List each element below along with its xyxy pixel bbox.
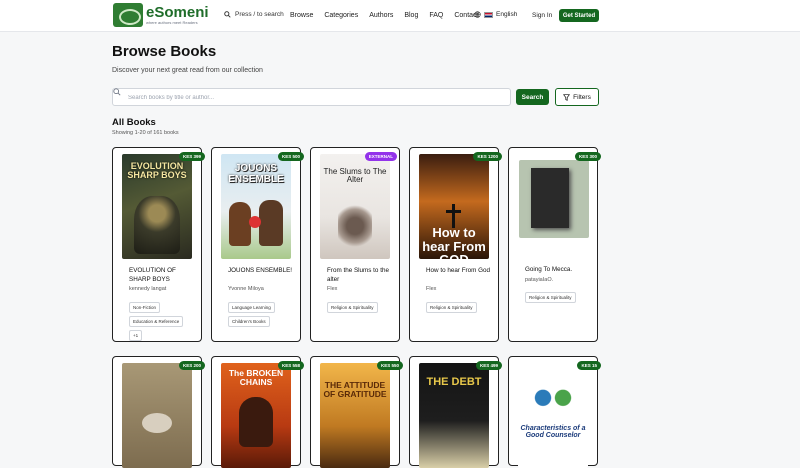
genre-tag: Education & Reference: [129, 316, 184, 327]
book-card[interactable]: KES 300 Going To Mecca. patayiaIaO. Reli…: [508, 147, 601, 342]
book-cover: How to hear From GOD: [419, 154, 489, 259]
quick-search-button[interactable]: Press / to search: [224, 11, 284, 18]
cover-text: How to hear From GOD: [422, 225, 486, 259]
book-cover: [519, 160, 589, 238]
price-badge: KES 399: [178, 152, 205, 161]
book-tags: Language Learning Children's Books: [228, 302, 296, 327]
book-search-box: [112, 88, 511, 106]
external-badge: EXTERNAL: [364, 152, 397, 161]
main-nav: Browse Categories Authors Blog FAQ Conta…: [290, 12, 489, 19]
book-cover: The Slums to The Alter: [320, 154, 390, 259]
search-icon: [113, 88, 121, 96]
book-author: kennedy langat: [129, 286, 167, 292]
book-search-input[interactable]: [128, 92, 498, 103]
globe-icon: [474, 11, 481, 18]
book-tags: Religion & Spirituality: [525, 292, 593, 303]
book-author: Flex: [426, 286, 437, 292]
nav-browse[interactable]: Browse: [290, 12, 313, 19]
cover-text: JOUONS ENSEMBLE: [228, 163, 284, 185]
book-cover: THE ATTITUDE OF GRATITUDE: [320, 363, 390, 468]
section-title: All Books: [112, 117, 156, 128]
book-cover: THE DEBT: [419, 363, 489, 468]
nav-categories[interactable]: Categories: [324, 12, 358, 19]
price-badge: KES 200: [178, 361, 205, 370]
price-badge: KES 300: [574, 152, 601, 161]
nav-blog[interactable]: Blog: [404, 12, 418, 19]
logo-tagline: where authors meet Readers: [146, 20, 198, 25]
book-title[interactable]: JOUONS ENSEMBLE!: [228, 266, 294, 275]
price-badge: KES 15: [577, 361, 601, 370]
genre-tag: Language Learning: [228, 302, 275, 313]
genre-tag: Religion & Spirituality: [426, 302, 477, 313]
price-badge: KES 550: [376, 361, 403, 370]
price-badge: KES 558: [277, 361, 304, 370]
logo-name: eSomeni: [146, 4, 209, 21]
genre-tag: Religion & Spirituality: [327, 302, 378, 313]
book-cover: JOUONS ENSEMBLE: [221, 154, 291, 259]
filter-icon: [563, 93, 571, 101]
language-label: English: [496, 11, 518, 18]
book-title[interactable]: How to hear From God: [426, 266, 492, 275]
price-badge: KES 499: [475, 361, 502, 370]
logo-icon: [113, 3, 143, 27]
nav-authors[interactable]: Authors: [369, 12, 393, 19]
top-navbar: eSomeni where authors meet Readers Press…: [0, 0, 800, 32]
cover-text: The Slums to The Alter: [323, 167, 387, 185]
book-card[interactable]: How to hear From GOD KES 1200 How to hea…: [409, 147, 502, 342]
cover-text: Characteristics of a Good Counselor: [520, 425, 586, 440]
book-tags: Religion & Spirituality: [327, 302, 395, 313]
book-title[interactable]: EVOLUTION OF SHARP BOYS: [129, 266, 195, 285]
search-button[interactable]: Search: [516, 89, 549, 105]
book-cover: EVOLUTION SHARP BOYS: [122, 154, 192, 259]
book-author: Yvonne Miloya: [228, 286, 264, 292]
signin-link[interactable]: Sign In: [532, 12, 552, 19]
results-count: Showing 1-20 of 161 books: [112, 130, 179, 136]
genre-tag: Religion & Spirituality: [525, 292, 576, 303]
book-title[interactable]: Going To Mecca.: [525, 265, 591, 274]
book-card[interactable]: EVOLUTION SHARP BOYS KES 399 EVOLUTION O…: [112, 147, 205, 342]
cover-text: The BROKEN CHAINS: [228, 368, 284, 387]
nav-faq[interactable]: FAQ: [429, 12, 443, 19]
filters-label: Filters: [573, 93, 591, 101]
book-cover: Characteristics of a Good Counselor: [518, 363, 588, 468]
cover-text: EVOLUTION SHARP BOYS: [127, 161, 187, 181]
book-cover: The BROKEN CHAINS: [221, 363, 291, 468]
book-tags: Religion & Spirituality: [426, 302, 494, 313]
price-badge: KES 500: [277, 152, 304, 161]
filters-button[interactable]: Filters: [555, 88, 599, 106]
genre-tag: Children's Books: [228, 316, 270, 327]
page-subtitle: Discover your next great read from our c…: [112, 67, 263, 74]
language-selector[interactable]: English: [474, 11, 517, 18]
page-title: Browse Books: [112, 43, 217, 60]
book-tags: Non-Fiction Education & Reference +1: [129, 302, 197, 341]
more-tags-badge: +1: [129, 330, 143, 341]
cover-text: THE DEBT: [426, 376, 482, 388]
book-title[interactable]: From the Slums to the alter: [327, 266, 393, 285]
book-author: Flex: [327, 286, 338, 292]
logo[interactable]: eSomeni where authors meet Readers: [113, 3, 209, 27]
book-card[interactable]: The Slums to The Alter EXTERNAL From the…: [310, 147, 400, 342]
uk-flag-icon: [484, 11, 493, 18]
get-started-button[interactable]: Get Started: [559, 9, 599, 22]
book-author: patayiaIaO.: [525, 277, 554, 283]
cover-text: THE ATTITUDE OF GRATITUDE: [323, 380, 387, 399]
search-hint-label: Press / to search: [235, 11, 284, 18]
book-cover: [122, 363, 192, 468]
book-card[interactable]: JOUONS ENSEMBLE KES 500 JOUONS ENSEMBLE!…: [211, 147, 304, 342]
search-icon: [224, 11, 231, 18]
genre-tag: Non-Fiction: [129, 302, 161, 313]
price-badge: KES 1200: [473, 152, 502, 161]
